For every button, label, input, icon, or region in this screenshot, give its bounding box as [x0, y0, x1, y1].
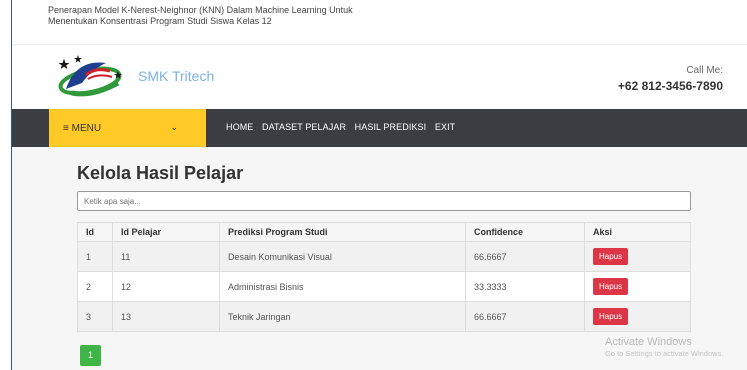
- call-label: Call Me:: [686, 65, 723, 76]
- cell-id-pelajar: 12: [112, 271, 220, 302]
- cell-id: 1: [77, 241, 113, 272]
- cell-aksi: Hapus: [584, 241, 691, 272]
- cell-confidence: 66.6667: [465, 241, 585, 272]
- cell-confidence: 66.6667: [465, 301, 585, 332]
- nav-link-dataset-pelajar[interactable]: DATASET PELAJAR: [262, 122, 346, 132]
- cell-prediksi: Teknik Jaringan: [219, 301, 466, 332]
- logo-icon[interactable]: [52, 53, 130, 101]
- cell-id: 3: [77, 301, 113, 332]
- col-header-aksi: Aksi: [584, 222, 691, 242]
- nav-links: HOME DATASET PELAJAR HASIL PREDIKSI EXIT: [226, 122, 461, 132]
- cell-id-pelajar: 11: [112, 241, 220, 272]
- pagination-page-button[interactable]: 1: [80, 345, 101, 366]
- nav-link-exit[interactable]: EXIT: [435, 122, 455, 132]
- watermark-subtitle: Go to Settings to activate Windows.: [605, 349, 724, 358]
- table-header-row: Id Id Pelajar Prediksi Program Studi Con…: [77, 222, 691, 242]
- table-row: 2 12 Administrasi Bisnis 33.3333 Hapus: [77, 271, 691, 302]
- nav-link-hasil-prediksi[interactable]: HASIL PREDIKSI: [355, 122, 427, 132]
- cell-aksi: Hapus: [584, 301, 691, 332]
- cell-aksi: Hapus: [584, 271, 691, 302]
- menu-button[interactable]: ≡ MENU ⌄: [49, 109, 206, 147]
- header-title-line2: Menentukan Konsentrasi Program Studi Sis…: [48, 16, 272, 26]
- col-header-confidence: Confidence: [465, 222, 585, 242]
- cell-id-pelajar: 13: [112, 301, 220, 332]
- cell-prediksi: Administrasi Bisnis: [219, 271, 466, 302]
- delete-button[interactable]: Hapus: [593, 248, 629, 265]
- cell-confidence: 33.3333: [465, 271, 585, 302]
- delete-button[interactable]: Hapus: [593, 308, 629, 325]
- table-row: 1 11 Desain Komunikasi Visual 66.6667 Ha…: [77, 241, 691, 272]
- chevron-down-icon: ⌄: [170, 122, 178, 132]
- col-header-id: Id: [77, 222, 113, 242]
- results-table: Id Id Pelajar Prediksi Program Studi Con…: [77, 222, 691, 332]
- phone-number: +62 812-3456-7890: [617, 79, 723, 93]
- brand-name[interactable]: SMK Tritech: [138, 68, 214, 84]
- activate-windows-watermark: Activate Windows Go to Settings to activ…: [605, 336, 723, 360]
- cell-id: 2: [77, 271, 113, 302]
- watermark-title: Activate Windows: [605, 336, 692, 348]
- search-input[interactable]: [77, 191, 691, 211]
- site-header: Penerapan Model K-Nerest-Neighnor (KNN) …: [12, 0, 747, 44]
- cell-prediksi: Desain Komunikasi Visual: [219, 241, 466, 272]
- header-title-line1: Penerapan Model K-Nerest-Neighnor (KNN) …: [48, 5, 353, 15]
- table-row: 3 13 Teknik Jaringan 66.6667 Hapus: [77, 301, 691, 332]
- delete-button[interactable]: Hapus: [593, 278, 629, 295]
- brand-bar: SMK Tritech Call Me: +62 812-3456-7890: [12, 44, 747, 109]
- nav-link-home[interactable]: HOME: [226, 122, 253, 132]
- col-header-id-pelajar: Id Pelajar: [112, 222, 220, 242]
- menu-label: ≡ MENU: [63, 123, 102, 134]
- navbar: ≡ MENU ⌄ HOME DATASET PELAJAR HASIL PRED…: [12, 109, 747, 147]
- col-header-prediksi: Prediksi Program Studi: [219, 222, 466, 242]
- page-title: Kelola Hasil Pelajar: [77, 163, 244, 183]
